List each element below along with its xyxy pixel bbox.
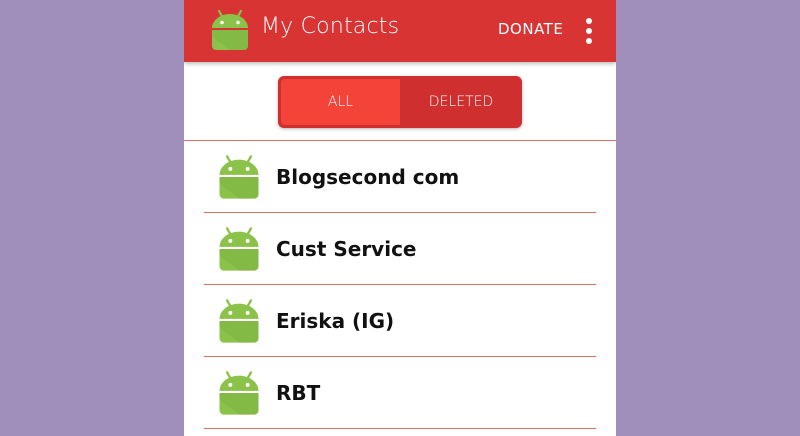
- app-bar: My Contacts DONATE: [184, 0, 616, 62]
- donate-button[interactable]: DONATE: [498, 20, 563, 38]
- contact-name: Blogsecond com: [276, 165, 460, 189]
- list-item[interactable]: RBT: [184, 357, 616, 429]
- contact-name: Cust Service: [276, 237, 417, 261]
- list-item[interactable]: Cust Service: [184, 213, 616, 285]
- contact-list: Blogsecond com Cust Service Eriska (IG) …: [184, 141, 616, 429]
- android-icon: [206, 6, 254, 54]
- list-item[interactable]: Blogsecond com: [184, 141, 616, 213]
- contact-name: Eriska (IG): [276, 309, 395, 333]
- app-title: My Contacts: [261, 14, 400, 39]
- app-screen: My Contacts DONATE ALL DELETED Blogsecon…: [184, 0, 616, 436]
- tab-deleted[interactable]: DELETED: [400, 76, 522, 128]
- android-icon: [213, 151, 265, 203]
- tab-all[interactable]: ALL: [281, 79, 400, 125]
- list-item[interactable]: Eriska (IG): [184, 285, 616, 357]
- divider: [204, 428, 596, 429]
- android-icon: [213, 367, 265, 419]
- android-icon: [213, 223, 265, 275]
- filter-tabs: ALL DELETED: [278, 76, 522, 128]
- more-vert-icon[interactable]: [581, 18, 597, 44]
- contact-name: RBT: [276, 381, 321, 405]
- android-icon: [213, 295, 265, 347]
